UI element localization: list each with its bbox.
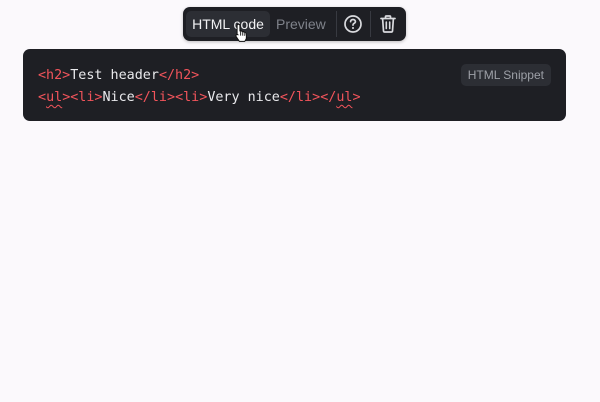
code-tag-token: > — [352, 90, 361, 105]
code-tag-token: < — [38, 90, 47, 105]
trash-icon — [380, 15, 396, 33]
question-circle-icon — [344, 15, 362, 33]
code-tag-token: </h2> — [158, 68, 200, 83]
preview-tab[interactable]: Preview — [276, 11, 328, 37]
editor-toolbar: HTML code Preview — [183, 7, 406, 41]
code-tag-token: <li> — [175, 90, 208, 105]
code-line: <h2>Test header</h2> — [38, 65, 361, 87]
code-text-token: Nice — [102, 90, 135, 105]
code-text-token: Very nice — [207, 90, 280, 105]
code-tag-token: </li> — [134, 90, 176, 105]
code-block[interactable]: <h2>Test header</h2> <ul><li>Nice</li><li… — [23, 49, 566, 121]
code-content[interactable]: <h2>Test header</h2> <ul><li>Nice</li><li… — [38, 65, 361, 109]
code-tag-token: <li> — [70, 90, 103, 105]
code-tag-token: ul — [336, 90, 353, 105]
code-line: <ul><li>Nice</li><li>Very nice</li></ul> — [38, 87, 361, 109]
html-code-tab[interactable]: HTML code — [186, 11, 270, 37]
code-tag-token: </li> — [279, 90, 321, 105]
code-tag-token: <h2> — [38, 68, 71, 83]
toolbar-divider — [336, 11, 337, 37]
code-text-token: Test header — [70, 68, 159, 83]
code-tag-token: ul — [46, 90, 63, 105]
code-tag-token: </ — [320, 90, 337, 105]
toolbar-divider — [370, 11, 371, 37]
delete-button[interactable] — [375, 11, 401, 37]
language-badge: HTML Snippet — [460, 64, 551, 86]
help-button[interactable] — [340, 11, 366, 37]
